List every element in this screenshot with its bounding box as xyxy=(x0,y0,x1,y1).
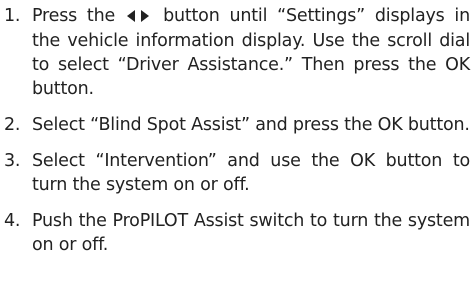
step-text: Select “Blind Spot Assist” and press the… xyxy=(32,115,470,135)
step-number: 3. xyxy=(4,151,21,171)
step-2: 2. Select “Blind Spot Assist” and press … xyxy=(4,113,470,137)
step-4: 4. Push the ProPILOT Assist switch to tu… xyxy=(4,209,470,257)
left-right-arrows-icon xyxy=(127,5,150,29)
step-number: 2. xyxy=(4,115,21,135)
step-text-before-icon: Press the xyxy=(32,6,116,26)
step-3: 3. Select “Intervention” and use the OK … xyxy=(4,149,470,197)
step-1: 1. Press the button until “Settings” disp… xyxy=(4,4,470,101)
step-number: 4. xyxy=(4,211,21,231)
instruction-list: 1. Press the button until “Settings” disp… xyxy=(4,4,470,257)
step-text: Select “Intervention” and use the OK but… xyxy=(32,151,470,195)
step-text: Press the button until “Settings” display… xyxy=(32,4,470,101)
step-text: Push the ProPILOT Assist switch to turn … xyxy=(32,211,470,255)
step-number: 1. xyxy=(4,6,21,26)
